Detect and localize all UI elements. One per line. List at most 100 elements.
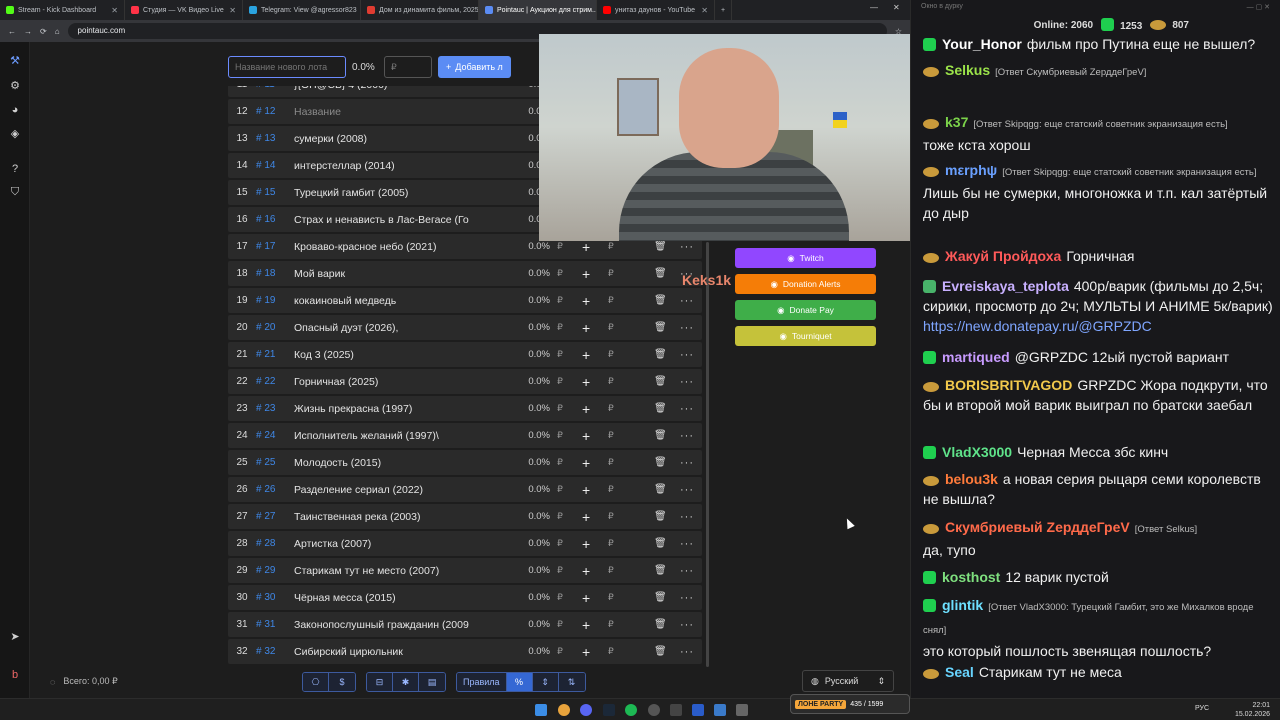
more-options-icon[interactable]: ···: [680, 322, 694, 334]
new-lot-price-input[interactable]: [384, 56, 432, 78]
amount-currency[interactable]: ₽: [608, 376, 614, 387]
amount-currency[interactable]: ₽: [608, 592, 614, 603]
dollar-icon[interactable]: $: [329, 673, 355, 691]
add-amount-icon[interactable]: +: [582, 563, 590, 579]
lot-row[interactable]: 31 # 31 Законопослушный гражданин (2009 0.0…: [228, 612, 702, 637]
chat-username[interactable]: glintik: [942, 597, 983, 613]
amount-currency[interactable]: ₽: [608, 565, 614, 576]
chat-username[interactable]: mεrphψ: [945, 162, 997, 178]
amount-currency[interactable]: ₽: [608, 511, 614, 522]
save-icon[interactable]: ⊟: [367, 673, 393, 691]
more-options-icon[interactable]: ···: [680, 646, 694, 658]
lot-name[interactable]: Сибирский цирюльник: [294, 646, 474, 658]
chat-username[interactable]: Evreiskaya_teplota: [942, 278, 1069, 294]
trash-icon[interactable]: 🗑: [654, 295, 667, 306]
lot-row[interactable]: 24 # 24 Исполнитель желаний (1997)\ 0.0% ₽ + ₽…: [228, 423, 702, 448]
lot-name[interactable]: Горничная (2025): [294, 376, 474, 388]
bug-icon[interactable]: ✱: [393, 673, 419, 691]
add-amount-icon[interactable]: +: [582, 455, 590, 471]
lot-row[interactable]: 23 # 23 Жизнь прекрасна (1997) 0.0% ₽ + ₽ 🗑 ···: [228, 396, 702, 421]
lot-row[interactable]: 26 # 26 Разделение сериал (2022) 0.0% ₽ + ₽ 🗑 ··…: [228, 477, 702, 502]
add-amount-icon[interactable]: +: [582, 509, 590, 525]
chat-username[interactable]: belou3k: [945, 471, 998, 487]
percent-toggle[interactable]: %: [506, 673, 533, 691]
browser-tab[interactable]: Telegram: View @agressor823✕: [243, 0, 361, 20]
amount-currency[interactable]: ₽: [608, 295, 614, 306]
browser-tab[interactable]: Pointauc | Аукцион для стрим...✕: [479, 0, 597, 20]
chat-link[interactable]: https://new.donatepay.ru/@GRPZDC: [923, 318, 1152, 334]
chat-username[interactable]: BORISBRITVAGOD: [945, 377, 1072, 393]
lot-row[interactable]: 30 # 30 Чёрная месса (2015) 0.0% ₽ + ₽ 🗑 ···: [228, 585, 702, 610]
lot-name[interactable]: Законопослушный гражданин (2009: [294, 619, 474, 631]
start-icon[interactable]: [535, 704, 547, 716]
lot-name[interactable]: Чёрная месса (2015): [294, 592, 474, 604]
more-options-icon[interactable]: ···: [680, 403, 694, 415]
trash-icon[interactable]: 🗑: [654, 565, 667, 576]
close-window-icon[interactable]: ✕: [893, 3, 900, 12]
amount-currency[interactable]: ₽: [608, 430, 614, 441]
help-icon[interactable]: ?: [8, 162, 22, 176]
discord-icon[interactable]: [580, 704, 592, 716]
trash-icon[interactable]: 🗑: [654, 268, 667, 279]
more-options-icon[interactable]: ···: [680, 592, 694, 604]
trash-icon[interactable]: 🗑: [654, 322, 667, 333]
lot-row[interactable]: 28 # 28 Артистка (2007) 0.0% ₽ + ₽ 🗑 ···: [228, 531, 702, 556]
lot-row[interactable]: 22 # 22 Горничная (2025) 0.0% ₽ + ₽ 🗑 ···: [228, 369, 702, 394]
chat-username[interactable]: martiqued: [942, 349, 1010, 365]
telegram-icon[interactable]: ➤: [8, 630, 22, 644]
chat-username[interactable]: Скумбриевый ZерддеГреV: [945, 519, 1130, 535]
donate-button[interactable]: ◉ Tourniquet: [735, 326, 876, 346]
system-clock[interactable]: 22:01 15.02.2026: [1235, 701, 1270, 719]
lot-name[interactable]: Исполнитель желаний (1997)\: [294, 430, 474, 442]
amount-currency[interactable]: ₽: [608, 403, 614, 414]
add-amount-icon[interactable]: +: [582, 644, 590, 660]
trash-icon[interactable]: 🗑: [654, 403, 667, 414]
brand-logo-icon[interactable]: b: [8, 668, 22, 682]
add-amount-icon[interactable]: +: [582, 320, 590, 336]
close-tab-icon[interactable]: ✕: [111, 6, 118, 15]
forward-icon[interactable]: →: [24, 27, 32, 36]
lot-row[interactable]: 19 # 19 кокаиновый медведь 0.0% ₽ + ₽ 🗑 ···: [228, 288, 702, 313]
trash-icon[interactable]: 🗑: [654, 538, 667, 549]
lot-row[interactable]: 25 # 25 Молодость (2015) 0.0% ₽ + ₽ 🗑 ···: [228, 450, 702, 475]
more-options-icon[interactable]: ···: [680, 511, 694, 523]
more-options-icon[interactable]: ···: [680, 430, 694, 442]
lot-name[interactable]: Страх и ненависть в Лас-Вегасе (Го: [294, 214, 474, 226]
lot-name[interactable]: Молодость (2015): [294, 457, 474, 469]
spotify-icon[interactable]: [625, 704, 637, 716]
donate-button[interactable]: ◉ Twitch: [735, 248, 876, 268]
more-options-icon[interactable]: ···: [680, 457, 694, 469]
steam-icon[interactable]: [603, 704, 615, 716]
lot-name[interactable]: Мой варик: [294, 268, 474, 280]
browser-tab[interactable]: Дом из динамита фильм, 2025✕: [361, 0, 479, 20]
add-amount-icon[interactable]: +: [582, 401, 590, 417]
app-icon[interactable]: [670, 704, 682, 716]
lot-name[interactable]: Разделение сериал (2022): [294, 484, 474, 496]
browser-tab[interactable]: унитаз даунов - YouTube ✕: [597, 0, 715, 20]
amount-currency[interactable]: ₽: [608, 646, 614, 657]
add-lot-button[interactable]: + Добавить л: [438, 56, 511, 78]
amount-currency[interactable]: ₽: [608, 349, 614, 360]
trash-icon[interactable]: 🗑: [654, 457, 667, 468]
browser-tab[interactable]: Студия — VK Видео Live ✕: [125, 0, 243, 20]
donate-button[interactable]: ◉ Donate Pay: [735, 300, 876, 320]
lot-name[interactable]: Артистка (2007): [294, 538, 474, 550]
expand-icon[interactable]: ⇕: [532, 673, 559, 691]
add-amount-icon[interactable]: +: [582, 428, 590, 444]
trash-icon[interactable]: 🗑: [654, 376, 667, 387]
add-amount-icon[interactable]: +: [582, 266, 590, 282]
obs-icon[interactable]: [648, 704, 660, 716]
lot-name[interactable]: }{ОП@СЬ} 4 (2006): [294, 86, 474, 91]
lot-row[interactable]: 29 # 29 Старикам тут не место (2007) 0.0% ₽ +…: [228, 558, 702, 583]
more-options-icon[interactable]: ···: [680, 619, 694, 631]
more-options-icon[interactable]: ···: [680, 538, 694, 550]
more-options-icon[interactable]: ···: [680, 295, 694, 307]
trash-icon[interactable]: 🗑: [654, 484, 667, 495]
add-amount-icon[interactable]: +: [582, 374, 590, 390]
lot-name[interactable]: сумерки (2008): [294, 133, 474, 145]
lot-row[interactable]: 21 # 21 Код 3 (2025) 0.0% ₽ + ₽ 🗑 ···: [228, 342, 702, 367]
new-lot-name-input[interactable]: [228, 56, 346, 78]
close-tab-icon[interactable]: ✕: [229, 6, 236, 15]
clear-icon[interactable]: ▤: [419, 673, 445, 691]
add-amount-icon[interactable]: +: [582, 590, 590, 606]
